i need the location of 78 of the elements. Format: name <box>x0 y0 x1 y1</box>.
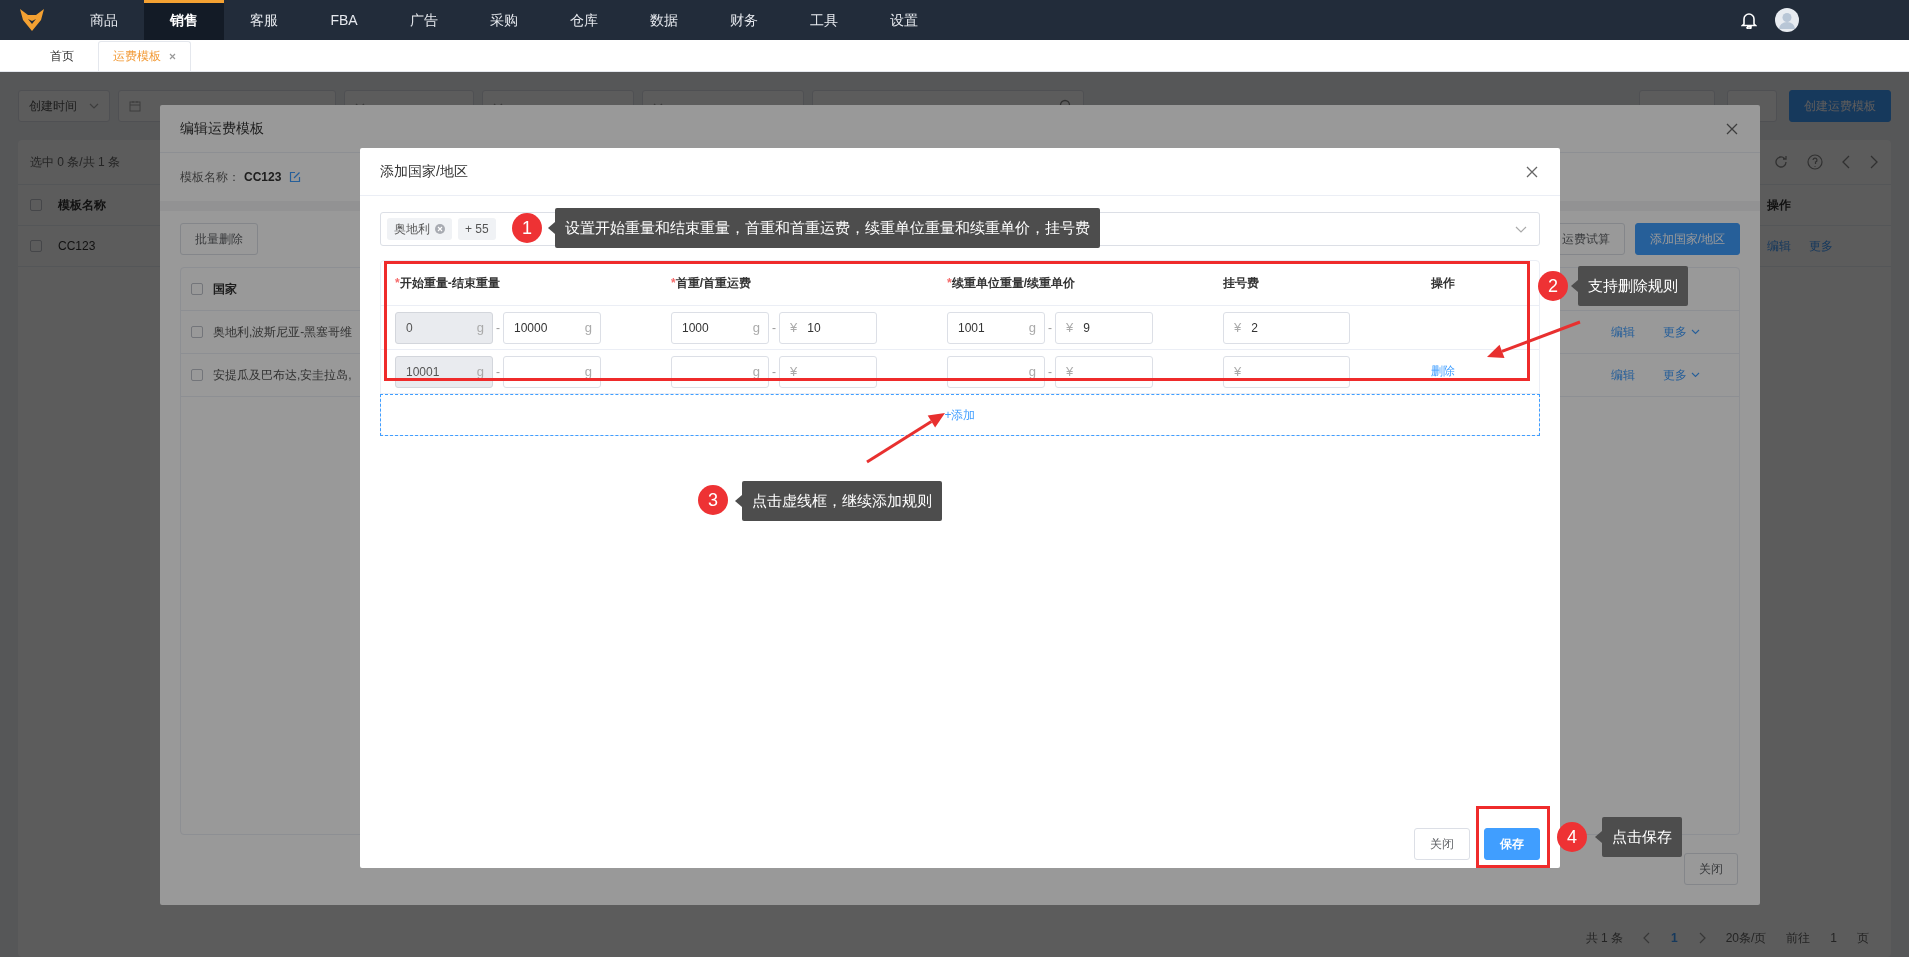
checkbox[interactable] <box>191 369 203 381</box>
nav-item[interactable]: 仓库 <box>544 0 624 40</box>
dialog-button[interactable]: 保存 <box>1484 828 1540 860</box>
close-button[interactable]: 关闭 <box>1684 853 1738 885</box>
add-rule-area[interactable]: +添加 <box>380 394 1540 436</box>
tag-label: 奥地利 <box>394 220 430 238</box>
column-header: 挂号费 <box>1223 274 1260 292</box>
close-icon[interactable] <box>169 53 176 60</box>
column-header: 模板名称 <box>58 196 106 214</box>
dialog-title: 添加国家/地区 <box>380 162 468 181</box>
page-input[interactable]: 1 <box>1830 931 1837 945</box>
tooltip: 点击保存 <box>1595 817 1682 857</box>
refresh-icon[interactable] <box>1773 154 1789 170</box>
dialog-button[interactable]: 关闭 <box>1414 828 1470 860</box>
field-label: 模板名称： <box>180 168 240 186</box>
tag-close-icon[interactable] <box>435 224 445 234</box>
range-dash: - <box>772 364 776 379</box>
close-icon[interactable] <box>1526 165 1538 178</box>
row-action-link[interactable]: 编辑 <box>1611 366 1635 384</box>
weight-field[interactable]: 10000 g <box>503 311 601 344</box>
checkbox[interactable] <box>191 283 203 295</box>
amount-field[interactable]: ¥ <box>1055 355 1153 388</box>
column-header: 操作 <box>1431 274 1456 292</box>
calendar-icon <box>129 100 141 112</box>
logo-icon[interactable] <box>19 8 45 32</box>
chevron-right-icon[interactable] <box>1869 155 1879 169</box>
delete-link[interactable]: 删除 <box>1431 363 1455 380</box>
more-dropdown[interactable]: 更多 <box>1663 323 1700 341</box>
avatar-icon[interactable] <box>1775 8 1799 32</box>
nav-item[interactable]: 销售 <box>144 0 224 40</box>
dialog-title: 编辑运费模板 <box>180 119 264 138</box>
template-name: CC123 <box>244 170 282 184</box>
chevron-right-icon[interactable] <box>1697 932 1706 944</box>
dropdown[interactable]: 创建时间 <box>18 90 110 122</box>
more-dropdown[interactable]: 更多 <box>1663 366 1700 384</box>
batch-delete-button[interactable]: 批量删除 <box>180 223 258 255</box>
range-dash: - <box>772 320 776 335</box>
chevron-left-icon[interactable] <box>1642 932 1651 944</box>
row-action-link[interactable]: 编辑 <box>1611 323 1635 341</box>
table-cell: 奥地利,波斯尼亚-黑塞哥维 <box>213 323 353 341</box>
column-header: *首重/首重运费 <box>671 274 752 292</box>
amount-field[interactable]: ¥ <box>1223 355 1350 388</box>
table-cell: 安提瓜及巴布达,安圭拉岛, <box>213 366 352 384</box>
range-dash: - <box>1048 364 1052 379</box>
page-tab[interactable]: 运费模板 <box>98 41 191 71</box>
column-header: *开始重量-结束重量 <box>395 274 501 292</box>
bell-icon[interactable] <box>1741 11 1757 29</box>
amount-field[interactable]: ¥ 10 <box>779 311 877 344</box>
range-dash: - <box>496 320 500 335</box>
checkbox[interactable] <box>191 326 203 338</box>
help-icon[interactable] <box>1807 154 1823 170</box>
nav-item[interactable]: 财务 <box>704 0 784 40</box>
close-icon[interactable] <box>1726 122 1738 135</box>
nav-item[interactable]: 数据 <box>624 0 704 40</box>
nav-item[interactable]: 广告 <box>384 0 464 40</box>
amount-field[interactable]: ¥ 9 <box>1055 311 1153 344</box>
nav-item[interactable]: 客服 <box>224 0 304 40</box>
tooltip: 支持删除规则 <box>1571 266 1688 306</box>
nav-item[interactable]: FBA <box>304 0 384 40</box>
column-header: 操作 <box>1767 196 1791 214</box>
edit-icon[interactable] <box>289 171 302 183</box>
range-dash: - <box>1048 320 1052 335</box>
column-header: *续重单位重量/续重单价 <box>947 274 1076 292</box>
nav-item[interactable]: 采购 <box>464 0 544 40</box>
more-count-tag: + 55 <box>458 218 496 240</box>
amount-field[interactable]: ¥ <box>779 355 877 388</box>
amount-field[interactable]: ¥ 2 <box>1223 311 1350 344</box>
column-header: 国家 <box>213 280 237 298</box>
tooltip: 点击虚线框，继续添加规则 <box>735 481 942 521</box>
action-button[interactable]: 添加国家/地区 <box>1634 223 1740 255</box>
range-dash: - <box>496 364 500 379</box>
nav-item[interactable]: 工具 <box>784 0 864 40</box>
page-tab[interactable]: 首页 <box>36 41 88 71</box>
weight-field[interactable]: 1000 g <box>671 311 769 344</box>
nav-item[interactable]: 设置 <box>864 0 944 40</box>
weight-field[interactable]: 1001 g <box>947 311 1045 344</box>
nav-item[interactable]: 商品 <box>64 0 144 40</box>
chevron-left-icon[interactable] <box>1841 155 1851 169</box>
